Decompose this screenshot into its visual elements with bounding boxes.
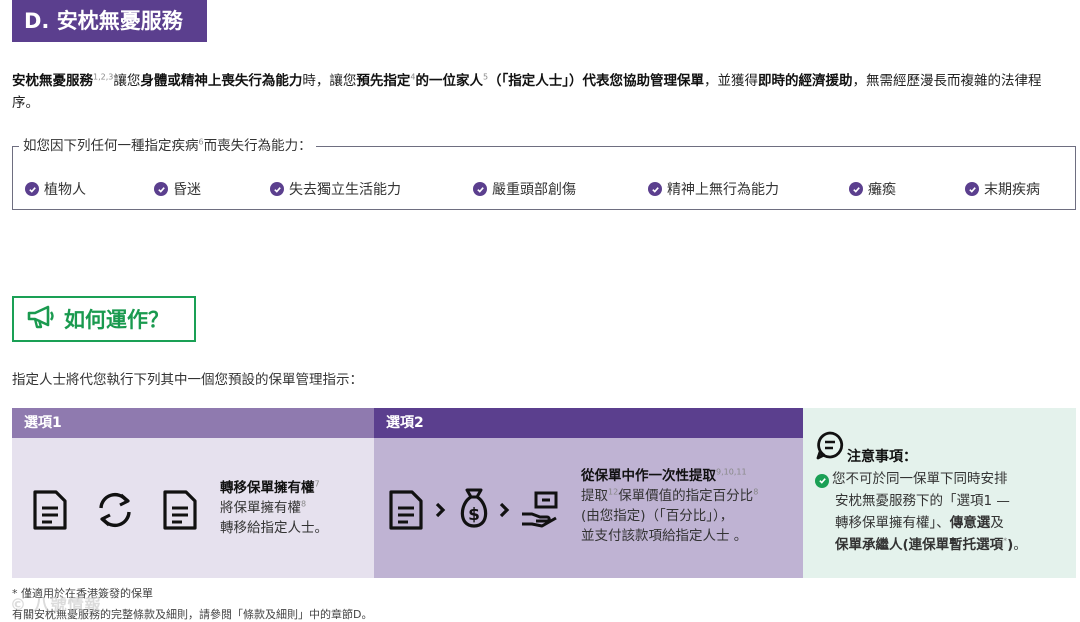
option2-title: 從保單中作一次性提取 <box>581 468 716 484</box>
footnote-ref: 9,10,11 <box>716 467 747 477</box>
speech-bubble-icon <box>815 430 845 464</box>
note-panel: 注意事項： 您不可於同一保單下同時安排 安枕無憂服務下的「選項1 — 轉移保單擁… <box>803 408 1076 578</box>
option2-line: 提取 <box>581 488 608 504</box>
option1-panel: 轉移保單擁有權7 將保單擁有權8 轉移給指定人士。 <box>12 438 374 578</box>
option2-panel: $ 從保單中作一次性提取9,10,11 提取12保單價值的指定百分比8 (由您指… <box>374 438 803 578</box>
service-name: 安枕無憂服務 <box>12 73 93 89</box>
condition-label: 精神上無行為能力 <box>667 182 779 198</box>
check-icon <box>849 182 863 196</box>
note-bold: 傳意選 <box>949 515 991 531</box>
chevron-right-icon <box>498 502 510 522</box>
option1-line: 轉移給指定人士。 <box>220 520 328 536</box>
section-title: D. 安枕無憂服務 <box>12 0 207 42</box>
document-icon <box>388 489 424 535</box>
condition-item: 精神上無行為能力 <box>648 179 779 199</box>
option2-line: 保單價值的指定百分比 <box>618 488 754 504</box>
note-line: 及 <box>990 515 1004 531</box>
legend-text: 如您因下列任何一種指定疾病 <box>23 138 199 154</box>
money-bag-icon: $ <box>456 486 492 534</box>
footnote-ref: 8 <box>301 499 307 509</box>
condition-label: 嚴重頭部創傷 <box>492 182 576 198</box>
option2-description: 從保單中作一次性提取9,10,11 提取12保單價值的指定百分比8 (由您指定)… <box>581 466 758 546</box>
intro-paragraph: 安枕無憂服務1,2,3讓您身體或精神上喪失行為能力時，讓您預先指定4的一位家人5… <box>12 70 1052 114</box>
check-icon <box>648 182 662 196</box>
conditions-box: 如您因下列任何一種指定疾病6而喪失行為能力： 植物人 昏迷 失去獨立生活能力 嚴… <box>12 137 1076 210</box>
lead-text: 指定人士將代您執行下列其中一個您預設的保單管理指示： <box>12 372 363 388</box>
intro-bold: 預先指定 <box>356 73 411 89</box>
check-icon <box>270 182 284 196</box>
check-icon <box>154 182 168 196</box>
megaphone-icon <box>26 304 56 334</box>
document-icon <box>32 489 68 535</box>
footnote-ref: 12 <box>608 487 619 497</box>
how-title: 如何運作？ <box>64 308 169 332</box>
note-text: 您不可於同一保單下同時安排 安枕無憂服務下的「選項1 — 轉移保單擁有權」、傳意… <box>815 468 1065 556</box>
option2-line: (由您指定)（「百分比」）， <box>581 508 734 524</box>
option1-description: 轉移保單擁有權7 將保單擁有權8 轉移給指定人士。 <box>220 478 328 538</box>
footnote-ref: 7 <box>314 479 320 489</box>
conditions-legend: 如您因下列任何一種指定疾病6而喪失行為能力： <box>19 137 316 155</box>
intro-bold: 即時的經濟援助 <box>758 73 853 89</box>
condition-label: 失去獨立生活能力 <box>289 182 401 198</box>
intro-bold: 的一位家人 <box>415 73 483 89</box>
option1-title: 轉移保單擁有權 <box>220 480 315 496</box>
option1-line: 將保單擁有權 <box>220 500 301 516</box>
condition-label: 昏迷 <box>173 182 201 198</box>
svg-text:$: $ <box>468 505 480 525</box>
note-line: 安枕無憂服務下的「選項1 — <box>835 493 1010 509</box>
footnote-ref: 1,2,3 <box>93 72 114 82</box>
hand-cash-icon <box>520 490 560 532</box>
condition-item: 昏迷 <box>154 179 201 199</box>
chevron-right-icon <box>434 502 446 522</box>
footnote-ref: 8 <box>753 487 759 497</box>
how-it-works-heading: 如何運作？ <box>12 296 196 342</box>
condition-label: 末期疾病 <box>984 182 1040 198</box>
condition-label: 植物人 <box>44 182 86 198</box>
condition-item: 癱瘓 <box>849 179 896 199</box>
note-title: 注意事項： <box>847 449 917 465</box>
option2-line: 並支付該款項給指定人士 。 <box>581 528 748 544</box>
intro-bold: 身體或精神上喪失行為能力 <box>140 73 303 89</box>
condition-item: 植物人 <box>25 179 86 199</box>
note-line: 轉移保單擁有權」、 <box>835 515 950 531</box>
refresh-icon <box>95 491 135 533</box>
check-icon <box>473 182 487 196</box>
condition-label: 癱瘓 <box>868 182 896 198</box>
check-icon <box>25 182 39 196</box>
option1-header: 選項1 <box>12 408 374 438</box>
legend-text: 而喪失行為能力： <box>203 138 312 154</box>
check-icon <box>815 473 829 488</box>
condition-item: 失去獨立生活能力 <box>270 179 401 199</box>
intro-bold: （「指定人士」）代表您協助管理保單 <box>488 73 705 89</box>
document-icon <box>162 489 198 535</box>
intro-text: 讓您 <box>113 73 141 89</box>
intro-text: 時，讓您 <box>302 73 357 89</box>
check-icon <box>965 182 979 196</box>
note-line: 。 <box>1013 537 1027 553</box>
note-line: 您不可於同一保單下同時安排 <box>832 471 1008 487</box>
option2-header: 選項2 <box>374 408 803 438</box>
watermark: © 八號情報 <box>10 595 102 614</box>
condition-item: 末期疾病 <box>965 179 1040 199</box>
note-bold: 保單承繼人(連保單暫托選項 <box>835 537 1004 553</box>
intro-text: ，並獲得 <box>704 73 759 89</box>
condition-item: 嚴重頭部創傷 <box>473 179 576 199</box>
